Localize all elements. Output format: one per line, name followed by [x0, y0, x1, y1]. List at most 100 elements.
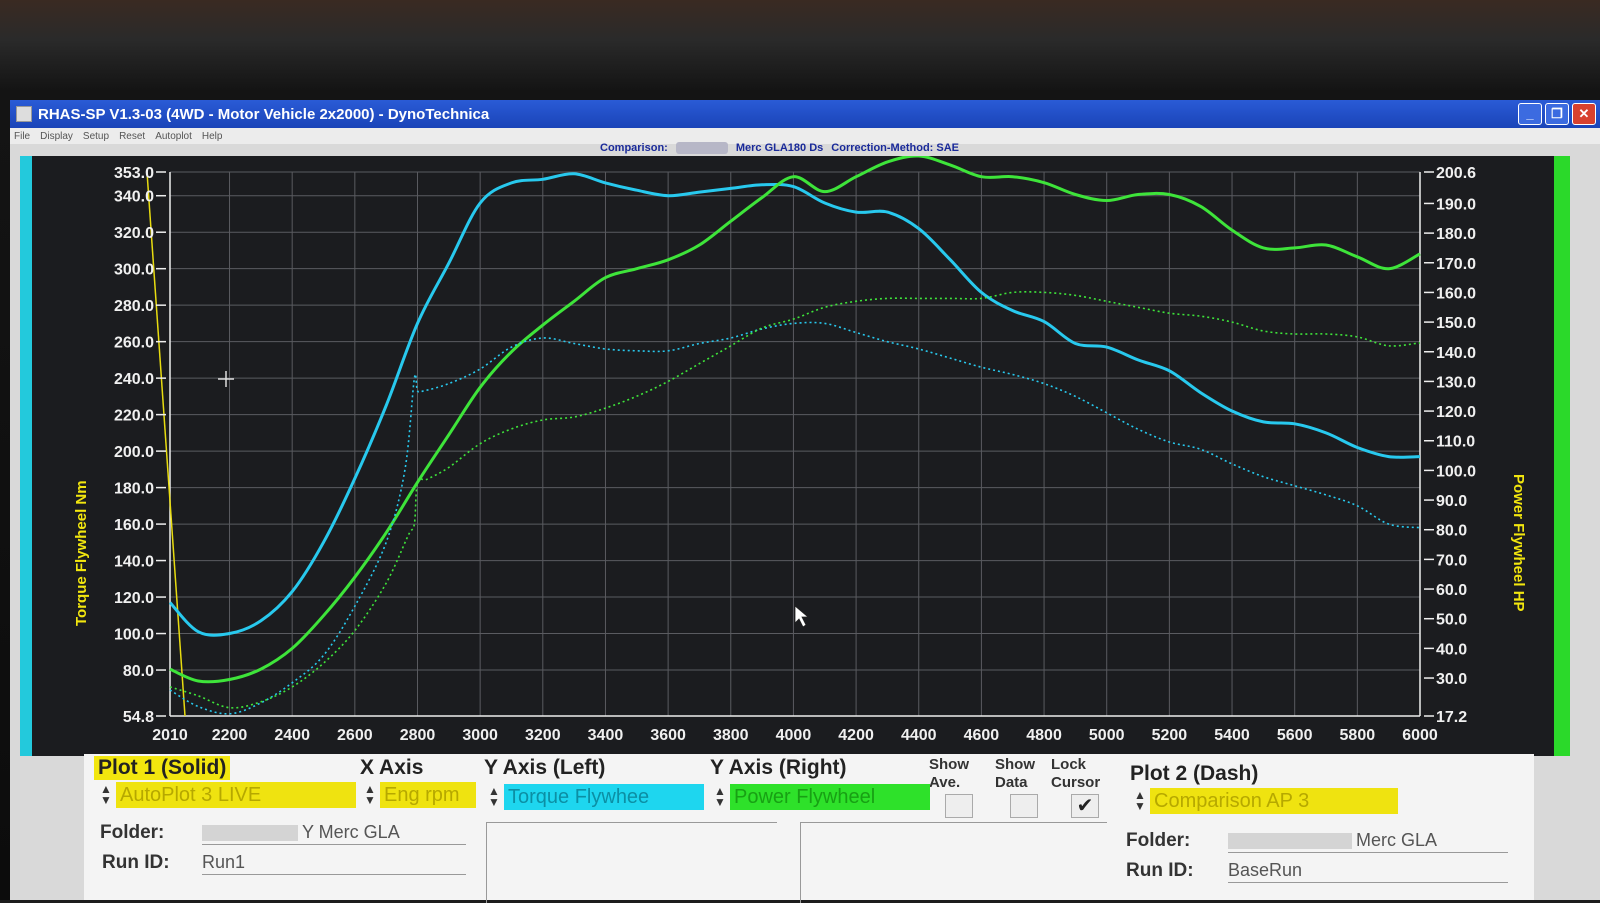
x-tick-label: 2800	[400, 727, 436, 744]
close-icon[interactable]: ✕	[1572, 103, 1596, 125]
y-right-tick-label: 130.0	[1436, 374, 1476, 391]
plot1-select[interactable]: AutoPlot 3 LIVE	[116, 782, 356, 808]
correction-method: Correction-Method: SAE	[831, 142, 960, 154]
y-right-tick-label: 30.0	[1436, 671, 1467, 688]
y-right-tick-label: 120.0	[1436, 404, 1476, 421]
y-right-tick-label: 60.0	[1436, 582, 1467, 599]
y-right-select[interactable]: Power Flywheel	[730, 784, 930, 810]
y-left-select[interactable]: Torque Flywhee	[504, 784, 704, 810]
plot1-spinner-icon[interactable]: ▲ ▼	[100, 783, 112, 806]
y-right-tick-label: 90.0	[1436, 493, 1467, 510]
plot2-select[interactable]: Comparison AP 3	[1150, 788, 1398, 814]
runid2-label: Run ID:	[1126, 860, 1194, 881]
x-tick-label: 5600	[1277, 727, 1313, 744]
y-right-tick-label: 110.0	[1436, 434, 1475, 451]
x-tick-label: 6000	[1402, 727, 1438, 744]
y-right-tick-label: 17.2	[1436, 709, 1467, 726]
y-left-tick-label: 120.0	[114, 590, 154, 607]
right-axis-strip	[1554, 156, 1570, 756]
x-axis-select[interactable]: Eng rpm	[380, 782, 476, 808]
y-left-heading: Y Axis (Left)	[484, 756, 606, 779]
x-axis-heading: X Axis	[360, 756, 424, 779]
y-left-tick-label: 240.0	[114, 371, 154, 388]
comparison-bar: Comparison: Merc GLA180 Ds Correction-Me…	[600, 140, 959, 156]
blank-panel-right	[800, 822, 1107, 903]
x-axis-spinner-icon[interactable]: ▲ ▼	[364, 783, 376, 806]
y-right-tick-label: 80.0	[1436, 523, 1467, 540]
folder2-value: Merc GLA	[1356, 830, 1438, 850]
restore-icon[interactable]: ❐	[1545, 103, 1569, 125]
runid2-field[interactable]: BaseRun	[1228, 858, 1508, 883]
x-tick-label: 5200	[1152, 727, 1188, 744]
minimize-icon[interactable]: _	[1518, 103, 1542, 125]
folder2-field[interactable]: Merc GLA	[1228, 828, 1508, 853]
y-left-tick-label: 80.0	[123, 663, 154, 680]
x-tick-label: 5800	[1340, 727, 1376, 744]
show-ave-checkbox[interactable]	[945, 794, 973, 818]
app-window: RHAS-SP V1.3-03 (4WD - Motor Vehicle 2x2…	[10, 100, 1600, 903]
x-tick-label: 5400	[1214, 727, 1250, 744]
y-right-tick-label: 140.0	[1436, 345, 1476, 362]
y-left-tick-label: 160.0	[114, 517, 154, 534]
y-right-tick-label: 170.0	[1436, 256, 1476, 273]
redacted-block	[202, 825, 298, 842]
x-tick-label: 3800	[713, 727, 749, 744]
plot2-heading: Plot 2 (Dash)	[1130, 762, 1259, 785]
show-data-checkbox[interactable]	[1010, 794, 1038, 818]
y-right-tick-label: 160.0	[1436, 285, 1476, 302]
y-right-tick-label: 150.0	[1436, 315, 1476, 332]
x-tick-label: 2200	[212, 727, 248, 744]
show-ave-heading: Show Ave.	[929, 756, 969, 791]
menu-file[interactable]: File	[14, 131, 30, 142]
x-tick-label: 4400	[901, 727, 937, 744]
y-left-tick-label: 353.0	[114, 165, 154, 182]
y-right-spinner-icon[interactable]: ▲ ▼	[714, 785, 726, 808]
chart-background	[20, 156, 1570, 756]
folder1-field[interactable]: Y Merc GLA	[202, 820, 466, 845]
x-tick-label: 2400	[274, 727, 310, 744]
y-right-tick-label: 180.0	[1436, 226, 1476, 243]
checkmark-icon: ✔	[1076, 795, 1094, 817]
menu-reset[interactable]: Reset	[119, 131, 145, 142]
folder1-label: Folder:	[100, 822, 165, 843]
lock-cursor-checkbox[interactable]: ✔	[1071, 794, 1099, 818]
menu-help[interactable]: Help	[202, 131, 223, 142]
menu-setup[interactable]: Setup	[83, 131, 109, 142]
left-axis-strip	[20, 156, 32, 756]
y-axis-left-label: Torque Flywheel Nm	[73, 480, 90, 626]
x-tick-label: 2010	[152, 727, 188, 744]
y-left-spinner-icon[interactable]: ▲ ▼	[488, 785, 500, 808]
y-left-tick-label: 220.0	[114, 408, 154, 425]
folder2-label: Folder:	[1126, 830, 1191, 851]
show-data-heading: Show Data	[995, 756, 1035, 791]
plot2-spinner-icon[interactable]: ▲ ▼	[1134, 789, 1146, 812]
window-controls: _ ❐ ✕	[1518, 103, 1596, 125]
y-left-tick-label: 180.0	[114, 481, 154, 498]
comparison-vehicle: Merc GLA180 Ds	[735, 142, 824, 154]
y-left-tick-label: 340.0	[114, 189, 154, 206]
blank-panel-left	[486, 822, 777, 903]
comparison-label: Comparison:	[600, 142, 668, 154]
redacted-block	[1228, 833, 1352, 850]
y-axis-right-label: Power Flywheel HP	[1510, 474, 1527, 612]
y-right-tick-label: 100.0	[1436, 463, 1476, 480]
menu-display[interactable]: Display	[40, 131, 73, 142]
x-tick-label: 4200	[838, 727, 874, 744]
x-tick-label: 2600	[337, 727, 373, 744]
lock-cursor-heading: Lock Cursor	[1051, 756, 1101, 791]
y-left-tick-label: 280.0	[114, 298, 154, 315]
y-right-heading: Y Axis (Right)	[710, 756, 847, 779]
y-left-tick-label: 200.0	[114, 444, 154, 461]
y-left-tick-label: 300.0	[114, 262, 154, 279]
control-panel: Plot 1 (Solid) X Axis Y Axis (Left) Y Ax…	[84, 754, 1534, 903]
runid1-field[interactable]: Run1	[202, 850, 466, 875]
window-title: RHAS-SP V1.3-03 (4WD - Motor Vehicle 2x2…	[38, 105, 490, 123]
y-left-tick-label: 100.0	[114, 627, 154, 644]
menu-autoplot[interactable]: Autoplot	[155, 131, 192, 142]
y-left-tick-label: 54.8	[123, 709, 154, 726]
y-right-tick-label: 50.0	[1436, 612, 1467, 629]
title-bar[interactable]: RHAS-SP V1.3-03 (4WD - Motor Vehicle 2x2…	[10, 100, 1600, 128]
x-tick-label: 3600	[650, 727, 686, 744]
redacted-block	[675, 142, 728, 154]
dyno-chart[interactable]: 2010 2200 2400 2600 2800 3000 3200 3400 3600 3800…	[20, 156, 1570, 756]
